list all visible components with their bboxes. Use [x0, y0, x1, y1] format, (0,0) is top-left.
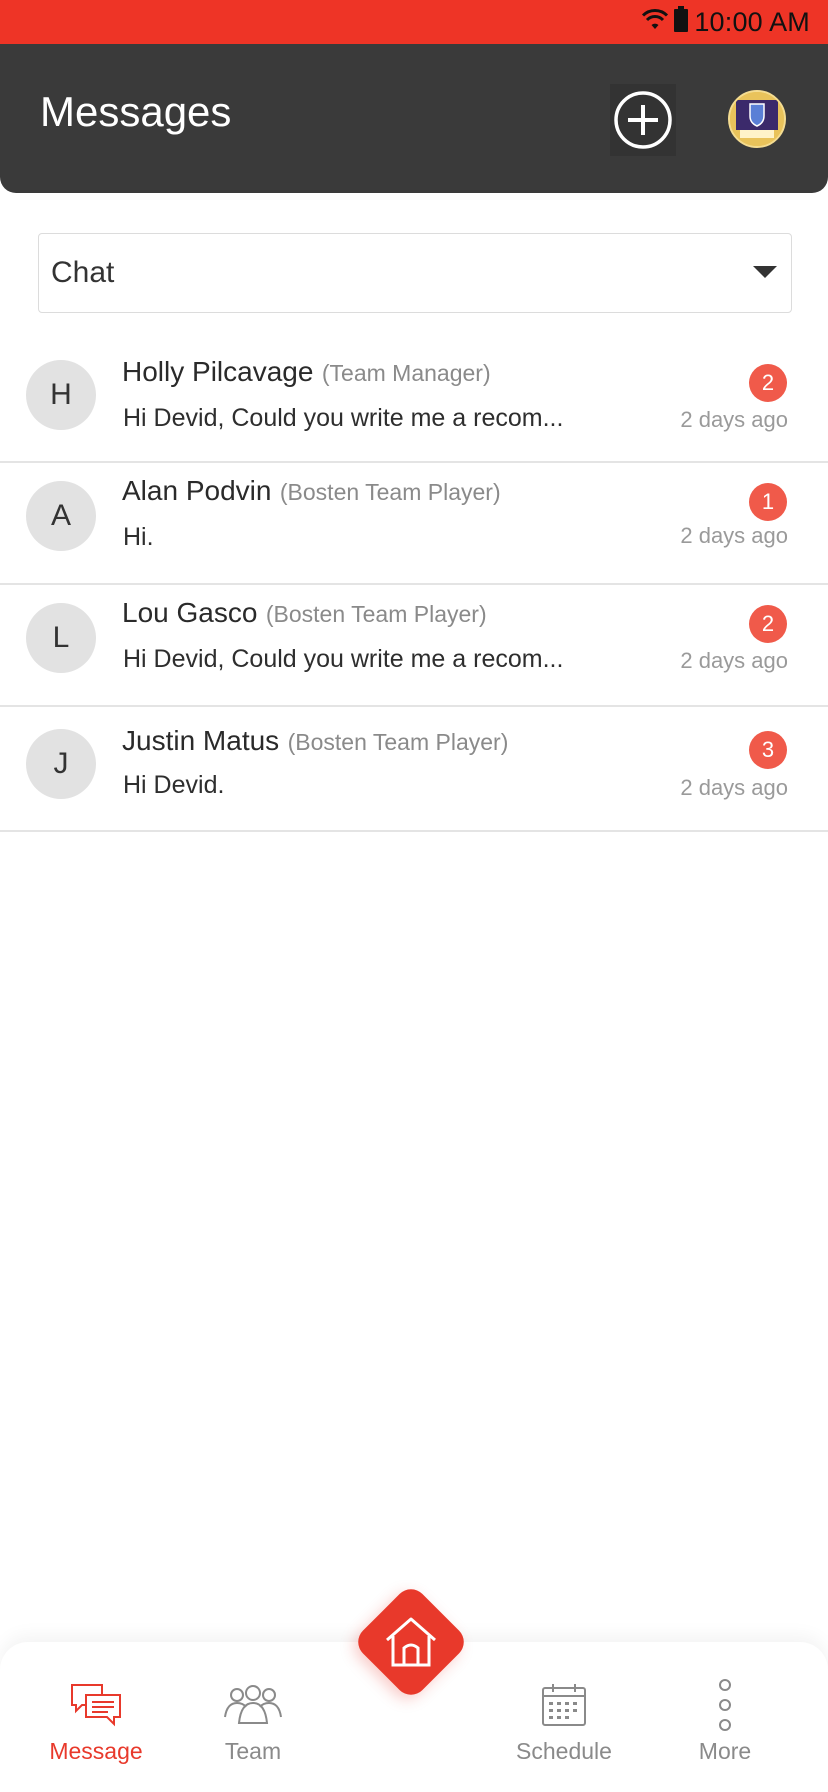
more-vertical-icon [695, 1679, 755, 1731]
unread-badge: 2 [749, 364, 787, 402]
message-time: 2 days ago [680, 523, 788, 548]
contact-role: (Bosten Team Player) [265, 601, 487, 627]
chat-bubbles-icon [66, 1680, 126, 1730]
new-message-button[interactable] [610, 84, 676, 156]
message-preview: Hi Devid, Could you write me a recom... [123, 645, 564, 673]
contact-name: Lou Gasco [122, 597, 258, 628]
dropdown-caret-icon [753, 266, 777, 278]
nav-label: Team [224, 1738, 282, 1764]
app-header: Messages [0, 44, 828, 193]
message-preview: Hi Devid. [123, 771, 225, 799]
message-time: 2 days ago [680, 648, 788, 673]
unread-badge: 3 [749, 731, 787, 769]
message-list: H Holly Pilcavage (Team Manager) Hi Devi… [0, 344, 828, 832]
message-row[interactable]: H Holly Pilcavage (Team Manager) Hi Devi… [0, 344, 828, 463]
profile-avatar[interactable] [728, 90, 786, 148]
chat-type-value: Chat [51, 256, 115, 289]
message-preview: Hi. [123, 523, 154, 551]
plus-circle-icon [614, 91, 672, 149]
status-bar: 10:00 AM [0, 0, 828, 44]
chat-type-select[interactable]: Chat [38, 233, 792, 313]
nav-item-message[interactable]: Message [26, 1680, 166, 1780]
message-row[interactable]: L Lou Gasco (Bosten Team Player) Hi Devi… [0, 585, 828, 707]
nav-label: Message [49, 1738, 143, 1764]
team-crest-avatar-icon [730, 92, 784, 146]
contact-avatar: J [26, 729, 96, 799]
team-group-icon [223, 1680, 283, 1730]
contact-role: (Bosten Team Player) [279, 479, 501, 505]
status-time: 10:00 AM [694, 6, 810, 37]
message-row[interactable]: A Alan Podvin (Bosten Team Player) Hi. 1… [0, 463, 828, 585]
page-title: Messages [40, 88, 232, 135]
nav-item-team[interactable]: Team [183, 1680, 323, 1780]
home-icon [386, 1617, 436, 1667]
message-time: 2 days ago [680, 407, 788, 432]
nav-item-more[interactable]: More [655, 1679, 795, 1780]
unread-badge: 2 [749, 605, 787, 643]
message-row[interactable]: J Justin Matus (Bosten Team Player) Hi D… [0, 707, 828, 832]
contact-name-line: Holly Pilcavage (Team Manager) [122, 356, 491, 388]
message-preview: Hi Devid, Could you write me a recom... [123, 404, 564, 432]
contact-name: Alan Podvin [122, 475, 272, 506]
contact-name-line: Alan Podvin (Bosten Team Player) [122, 475, 501, 507]
contact-name: Justin Matus [122, 725, 280, 756]
contact-avatar: H [26, 360, 96, 430]
contact-name: Holly Pilcavage [122, 356, 314, 387]
calendar-icon [534, 1680, 594, 1730]
contact-avatar: L [26, 603, 96, 673]
wifi-icon [642, 7, 669, 38]
nav-label: More [698, 1738, 752, 1764]
home-button[interactable] [351, 1582, 471, 1702]
messages-screen: 10:00 AM Messages Chat H Holly Pilcavage… [0, 0, 828, 1792]
contact-name-line: Lou Gasco (Bosten Team Player) [122, 597, 487, 629]
contact-role: (Team Manager) [321, 360, 491, 386]
battery-icon [674, 5, 689, 39]
unread-badge: 1 [749, 483, 787, 521]
nav-item-schedule[interactable]: Schedule [494, 1680, 634, 1780]
nav-label: Schedule [516, 1738, 612, 1764]
contact-role: (Bosten Team Player) [287, 729, 509, 755]
contact-avatar: A [26, 481, 96, 551]
message-time: 2 days ago [680, 775, 788, 800]
contact-name-line: Justin Matus (Bosten Team Player) [122, 725, 508, 757]
